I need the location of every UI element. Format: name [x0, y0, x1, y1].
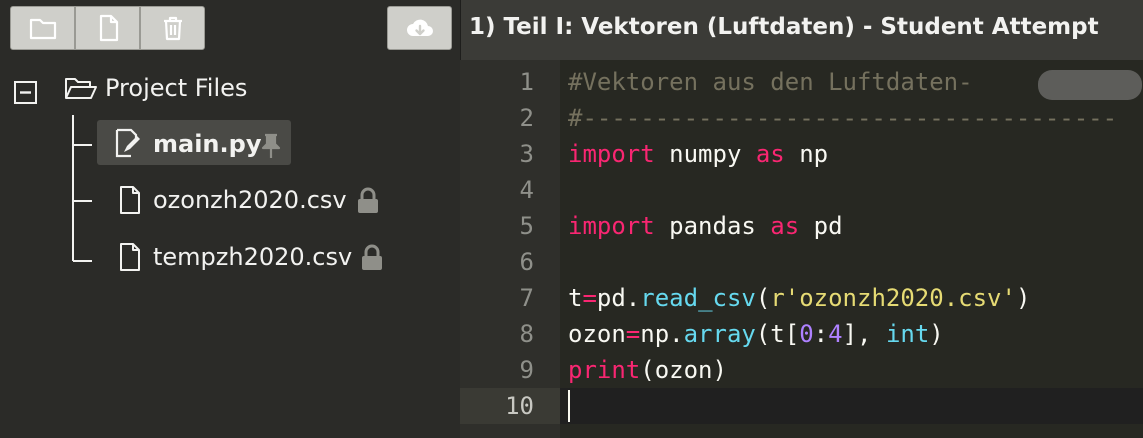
code-line-2: #------------------------------------- [568, 104, 1118, 132]
code-text: pd [799, 212, 843, 240]
number-literal: 4 [828, 320, 843, 348]
operator: = [582, 284, 597, 312]
function-name: array [683, 320, 756, 348]
code-text: t [568, 284, 583, 312]
delete-button[interactable] [140, 6, 205, 50]
code-text: : [813, 320, 829, 348]
line-number: 1 [519, 68, 534, 96]
number-literal: 0 [799, 320, 814, 348]
code-text: np. [640, 320, 684, 348]
file-name-main-py: main.py [153, 130, 262, 158]
edit-file-icon [115, 128, 140, 158]
new-folder-button[interactable] [10, 6, 75, 50]
line-number: 10 [505, 392, 534, 420]
operator: = [625, 320, 641, 348]
code-line-1: #Vektoren aus den Luftdaten- [568, 68, 973, 96]
code-text: pd. [596, 284, 641, 312]
line-number: 5 [519, 212, 534, 240]
keyword: as [755, 140, 785, 168]
line-number: 7 [519, 284, 534, 312]
string-literal: r'ozonzh2020.csv' [770, 284, 1016, 312]
builtin-function: print [568, 356, 641, 384]
open-folder-icon [65, 78, 97, 99]
cloud-download-icon [406, 19, 433, 36]
download-button[interactable] [387, 6, 452, 50]
code-text: ( [755, 284, 771, 312]
pin-icon[interactable] [260, 133, 282, 159]
code-editor[interactable]: #Vektoren aus den Luftdaten- #----------… [560, 60, 1143, 438]
code-line-9: print(ozon) [568, 352, 727, 388]
line-number: 6 [519, 248, 534, 276]
builtin-type: int [885, 320, 930, 348]
code-text: pandas [654, 212, 771, 240]
code-line-5: import pandas as pd [568, 208, 843, 244]
function-name: read_csv [640, 284, 756, 312]
project-files-label[interactable]: Project Files [105, 73, 247, 103]
new-file-button[interactable] [75, 6, 140, 50]
file-sidebar: Project Files main.py ozonzh2020.csv tem… [0, 0, 460, 438]
text-cursor [568, 390, 570, 422]
code-line-7: t=pd.read_csv(r'ozonzh2020.csv') [568, 280, 1030, 316]
code-text: ) [1015, 284, 1031, 312]
file-icon [120, 243, 140, 271]
file-name-ozonzh2020[interactable]: ozonzh2020.csv [153, 185, 347, 215]
redacted-blur [1038, 70, 1142, 100]
code-text: ], [842, 320, 886, 348]
keyword: import [568, 140, 655, 168]
active-line-highlight [560, 388, 1143, 424]
trash-icon [163, 16, 182, 41]
lock-icon [358, 187, 378, 213]
code-text: ozon [568, 320, 626, 348]
code-text: np [784, 140, 829, 168]
file-name-tempzh2020[interactable]: tempzh2020.csv [153, 242, 352, 272]
code-line-8: ozon=np.array(t[0:4], int) [568, 316, 944, 352]
code-text: numpy [654, 140, 756, 168]
collapse-icon[interactable] [13, 80, 38, 105]
code-text: ) [929, 320, 944, 348]
file-icon [120, 186, 140, 214]
lock-icon [362, 244, 382, 270]
code-line-3: import numpy as np [568, 136, 828, 172]
line-number: 3 [519, 140, 534, 168]
line-number-gutter: 1 2 3 4 5 6 7 8 9 10 [460, 60, 560, 438]
code-text: (ozon) [640, 356, 727, 384]
editor-header: 1) Teil I: Vektoren (Luftdaten) - Studen… [460, 0, 1143, 60]
line-number: 2 [519, 104, 534, 132]
editor-title: 1) Teil I: Vektoren (Luftdaten) - Studen… [469, 14, 1099, 40]
line-number: 4 [519, 176, 534, 204]
line-number: 8 [519, 320, 534, 348]
keyword: as [770, 212, 800, 240]
file-icon [99, 14, 118, 42]
folder-icon [29, 18, 56, 40]
tree-connector [72, 115, 92, 262]
line-number: 9 [519, 356, 534, 384]
code-text: (t[ [755, 320, 800, 348]
keyword: import [568, 212, 655, 240]
